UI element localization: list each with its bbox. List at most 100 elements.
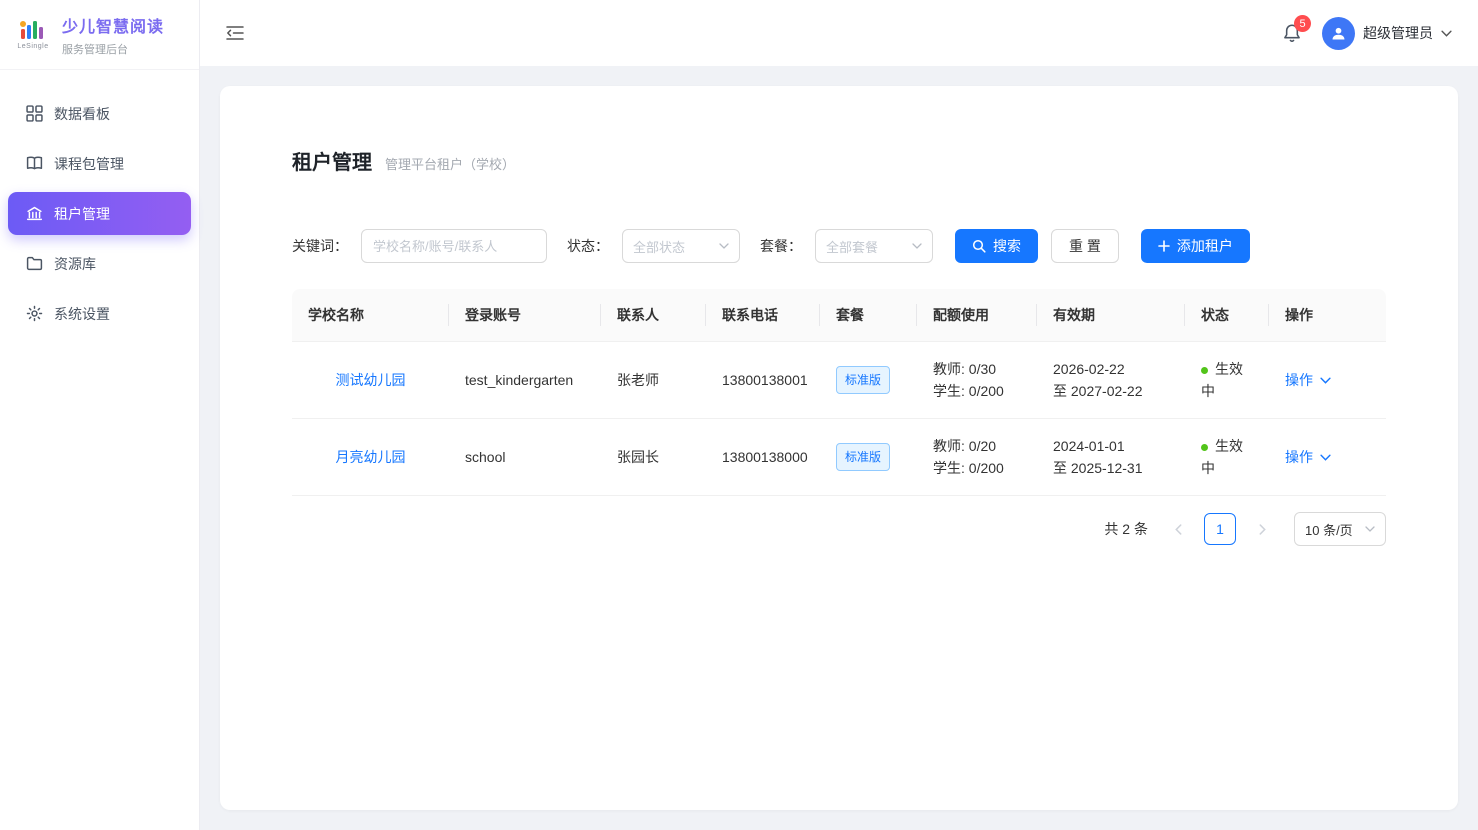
header-right: 5 超级管理员 [1278,17,1452,50]
row-action-menu[interactable]: 操作 [1285,369,1331,391]
filter-bar: 关键词： 状态： 全部状态 套餐： 全部套餐 [292,229,1386,263]
plan-select-value: 全部套餐 [826,237,878,256]
plan-select[interactable]: 全部套餐 [815,229,933,263]
book-icon [26,155,43,172]
sidebar-item-label: 系统设置 [54,304,110,324]
action-label: 操作 [1285,446,1313,468]
pagination: 共 2 条 1 10 条/页 [292,512,1386,546]
plus-icon [1158,240,1170,252]
column-header-phone: 联系电话 [706,289,820,342]
status-dot-icon [1201,367,1208,374]
brand-text: 少儿智慧阅读 服务管理后台 [62,13,164,57]
status-badge: 生效中 [1201,438,1243,476]
tenant-table: 学校名称 登录账号 联系人 联系电话 套餐 配额使用 有效期 状态 操作 测试幼… [292,289,1386,496]
folder-icon [26,255,43,272]
valid-from: 2024-01-01 [1053,435,1169,457]
sidebar-item-label: 课程包管理 [54,154,124,174]
quota-teacher: 教师: 0/20 [933,435,1021,457]
column-header-contact: 联系人 [601,289,706,342]
valid-to: 至 2025-12-31 [1053,457,1169,479]
app-title: 少儿智慧阅读 [62,13,164,37]
table-row: 测试幼儿园 test_kindergarten 张老师 13800138001 … [292,342,1386,419]
status-cell: 生效中 [1185,419,1269,496]
notification-bell[interactable]: 5 [1278,19,1306,47]
avatar [1322,17,1355,50]
page-1-button[interactable]: 1 [1204,513,1236,545]
quota-teacher: 教师: 0/30 [933,358,1021,380]
header: 5 超级管理员 [200,0,1478,66]
contact-cell: 张园长 [601,419,706,496]
sidebar-item-label: 数据看板 [54,104,110,124]
quota-student: 学生: 0/200 [933,380,1021,402]
content: 租户管理 管理平台租户（学校） 关键词： 状态： 全部状态 套餐： 全部套餐 [200,66,1478,830]
phone-cell: 13800138000 [706,419,820,496]
search-icon [972,239,986,253]
sidebar-item-settings[interactable]: 系统设置 [8,292,191,335]
keyword-label: 关键词： [292,236,348,256]
sidebar-item-dashboard[interactable]: 数据看板 [8,92,191,135]
status-select[interactable]: 全部状态 [622,229,740,263]
plan-badge: 标准版 [836,443,890,471]
chevron-right-icon [1259,524,1266,535]
validity-cell: 2026-02-22 至 2027-02-22 [1037,342,1185,419]
add-tenant-button-label: 添加租户 [1177,236,1233,256]
chevron-down-icon [719,243,729,249]
grid-icon [26,105,43,122]
status-cell: 生效中 [1185,342,1269,419]
school-name-link[interactable]: 测试幼儿园 [336,372,406,388]
chevron-down-icon [912,243,922,249]
column-header-school: 学校名称 [292,289,449,342]
validity-cell: 2024-01-01 至 2025-12-31 [1037,419,1185,496]
plan-label: 套餐： [760,236,802,256]
page-subtitle: 管理平台租户（学校） [385,154,515,173]
logo-text: LeSingle [17,43,48,50]
column-header-account: 登录账号 [449,289,601,342]
collapse-sidebar-icon[interactable] [222,21,248,45]
column-header-quota: 配额使用 [917,289,1037,342]
sidebar-item-resources[interactable]: 资源库 [8,242,191,285]
chevron-down-icon [1320,377,1331,384]
notification-badge: 5 [1294,15,1311,32]
app-subtitle: 服务管理后台 [62,41,164,57]
prev-page-button[interactable] [1162,513,1194,545]
sidebar-item-course-packages[interactable]: 课程包管理 [8,142,191,185]
logo-icon [18,19,48,41]
plan-badge: 标准版 [836,366,890,394]
page-size-select[interactable]: 10 条/页 [1294,512,1386,546]
username: 超级管理员 [1363,23,1433,43]
main-area: 5 超级管理员 租户管理 [200,0,1478,830]
row-action-menu[interactable]: 操作 [1285,446,1331,468]
column-header-plan: 套餐 [820,289,917,342]
sidebar-item-label: 资源库 [54,254,96,274]
quota-cell: 教师: 0/20 学生: 0/200 [917,419,1037,496]
gear-icon [26,305,43,322]
sidebar-menu: 数据看板 课程包管理 租户管理 [0,70,199,357]
page-head: 租户管理 管理平台租户（学校） [292,146,1386,175]
sidebar-item-label: 租户管理 [54,204,110,224]
sidebar: LeSingle 少儿智慧阅读 服务管理后台 数据看板 课程包管 [0,0,200,830]
search-button[interactable]: 搜索 [955,229,1038,263]
chevron-down-icon [1320,454,1331,461]
page-title: 租户管理 [292,146,372,175]
action-label: 操作 [1285,369,1313,391]
table-row: 月亮幼儿园 school 张园长 13800138000 标准版 教师: 0/2… [292,419,1386,496]
next-page-button[interactable] [1246,513,1278,545]
status-dot-icon [1201,444,1208,451]
quota-cell: 教师: 0/30 学生: 0/200 [917,342,1037,419]
valid-to: 至 2027-02-22 [1053,380,1169,402]
sidebar-item-tenants[interactable]: 租户管理 [8,192,191,235]
chevron-left-icon [1175,524,1182,535]
keyword-input[interactable] [361,229,547,263]
add-tenant-button[interactable]: 添加租户 [1141,229,1250,263]
school-name-link[interactable]: 月亮幼儿园 [336,449,406,465]
column-header-status: 状态 [1185,289,1269,342]
account-cell: test_kindergarten [449,342,601,419]
user-icon [1330,25,1347,42]
building-icon [26,205,43,222]
user-menu[interactable]: 超级管理员 [1322,17,1452,50]
reset-button[interactable]: 重 置 [1051,229,1119,263]
account-cell: school [449,419,601,496]
phone-cell: 13800138001 [706,342,820,419]
valid-from: 2026-02-22 [1053,358,1169,380]
brand: LeSingle 少儿智慧阅读 服务管理后台 [0,0,199,70]
